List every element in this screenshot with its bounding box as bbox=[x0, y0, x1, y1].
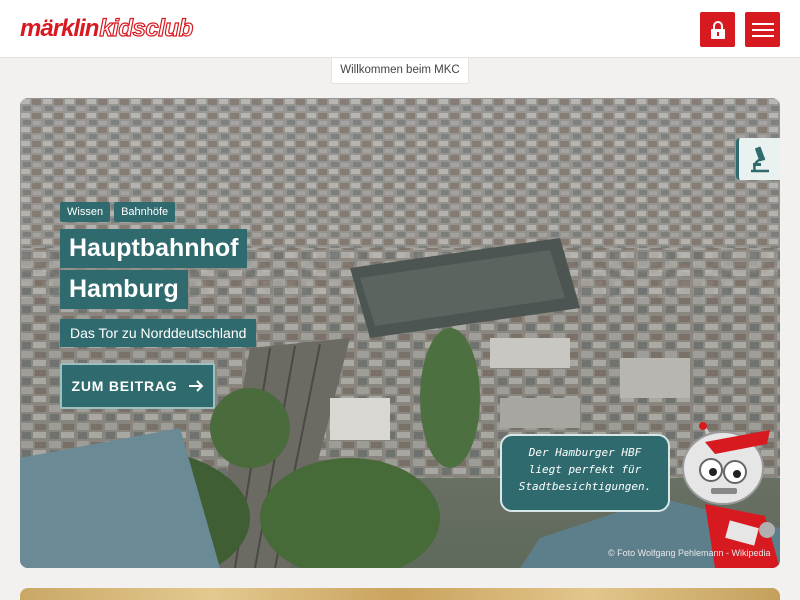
tag-wissen[interactable]: Wissen bbox=[60, 202, 111, 222]
tag-bahnhoefe[interactable]: Bahnhöfe bbox=[114, 202, 176, 222]
photo-credit: © Foto Wolfgang Pehlemann - Wikipedia bbox=[608, 548, 771, 558]
tag-list: Wissen Bahnhöfe bbox=[60, 202, 176, 222]
speech-line-3: Stadtbesichtigungen. bbox=[518, 480, 652, 493]
welcome-tab: Willkommen beim MKC bbox=[331, 58, 469, 84]
next-teaser-card[interactable] bbox=[20, 588, 780, 600]
read-article-button[interactable]: ZUM BEITRAG bbox=[60, 363, 215, 409]
robot-mascot bbox=[682, 422, 780, 568]
menu-button[interactable] bbox=[745, 12, 780, 47]
category-badge[interactable] bbox=[736, 138, 780, 180]
hero-title-line-2: Hamburg bbox=[60, 270, 188, 309]
read-article-label: ZUM BEITRAG bbox=[71, 378, 178, 394]
lock-icon bbox=[710, 20, 725, 39]
microscope-icon bbox=[750, 146, 769, 173]
logo-brand-text: märklin bbox=[20, 15, 99, 42]
site-header: märklin kidsclub bbox=[0, 0, 800, 58]
speech-line-1: Der Hamburger HBF bbox=[528, 446, 642, 459]
hero-title: Hauptbahnhof Hamburg bbox=[60, 229, 248, 311]
login-button[interactable] bbox=[700, 12, 735, 47]
speech-line-2: liegt perfekt für bbox=[528, 463, 642, 476]
hero-subtitle: Das Tor zu Norddeutschland bbox=[60, 319, 257, 347]
hero-teaser[interactable]: Wissen Bahnhöfe Hauptbahnhof Hamburg Das… bbox=[20, 98, 780, 568]
hero-title-line-1: Hauptbahnhof bbox=[60, 229, 248, 268]
speech-bubble: Der Hamburger HBF liegt perfekt für Stad… bbox=[500, 434, 670, 512]
hamburger-menu-icon bbox=[751, 19, 774, 41]
logo-club-text: kidsclub bbox=[99, 14, 194, 42]
marklin-kidsclub-logo[interactable]: märklin kidsclub bbox=[20, 14, 194, 43]
arrow-right-icon bbox=[188, 380, 203, 392]
